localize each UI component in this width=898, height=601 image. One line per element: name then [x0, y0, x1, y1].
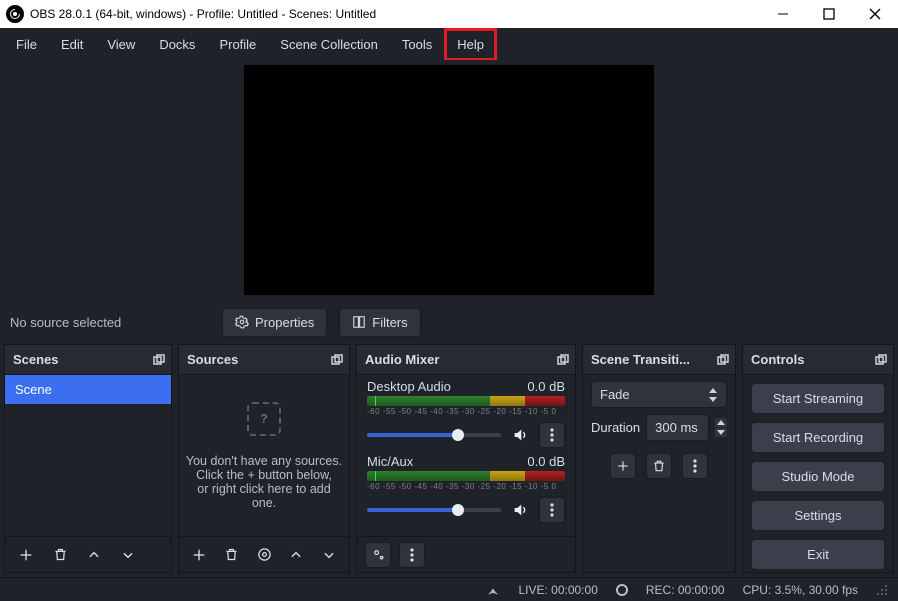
window-title: OBS 28.0.1 (64-bit, windows) - Profile: … — [30, 7, 376, 21]
duration-spinner[interactable] — [715, 418, 727, 437]
source-toolbar: No source selected Properties Filters — [0, 300, 898, 344]
sources-empty[interactable]: ? You don't have any sources. Click the … — [179, 375, 349, 536]
transitions-dock: Scene Transiti... Fade Duration 300 ms — [582, 344, 736, 573]
status-live: LIVE: 00:00:00 — [518, 583, 597, 597]
popout-icon[interactable] — [717, 354, 727, 366]
scene-add-button[interactable] — [13, 542, 39, 568]
updown-icon — [708, 388, 718, 402]
scene-down-button[interactable] — [115, 542, 141, 568]
transition-add-button[interactable] — [610, 453, 636, 479]
duration-input[interactable]: 300 ms — [646, 414, 709, 441]
filters-button[interactable]: Filters — [339, 308, 420, 337]
menu-edit[interactable]: Edit — [49, 29, 95, 60]
resize-grip-icon[interactable] — [876, 584, 888, 596]
chevron-up-icon[interactable] — [715, 418, 727, 427]
sources-empty-3: or right click here to add one. — [185, 482, 343, 510]
sources-empty-2: Click the + button below, — [196, 468, 332, 482]
channel-menu-button[interactable] — [539, 422, 565, 448]
mixer-title: Audio Mixer — [365, 352, 439, 367]
popout-icon[interactable] — [875, 354, 885, 366]
controls-title: Controls — [751, 352, 804, 367]
filters-icon — [352, 315, 366, 329]
vu-meter — [367, 471, 565, 481]
scenes-dock: Scenes Scene — [4, 344, 172, 573]
scene-remove-button[interactable] — [47, 542, 73, 568]
meter-ticks: -60 -55 -50 -45 -40 -35 -30 -25 -20 -15 … — [367, 482, 565, 491]
source-properties-button[interactable] — [252, 542, 276, 568]
menu-scene-collection[interactable]: Scene Collection — [268, 29, 390, 60]
popout-icon[interactable] — [153, 354, 163, 366]
transitions-title: Scene Transiti... — [591, 352, 690, 367]
audio-channel: Mic/Aux 0.0 dB -60 -55 -50 -45 -40 -35 -3… — [357, 450, 575, 525]
sources-empty-1: You don't have any sources. — [186, 454, 342, 468]
vu-meter — [367, 396, 565, 406]
controls-dock: Controls Start Streaming Start Recording… — [742, 344, 894, 573]
studio-mode-button[interactable]: Studio Mode — [751, 461, 885, 492]
channel-name: Mic/Aux — [367, 454, 413, 469]
exit-button[interactable]: Exit — [751, 539, 885, 570]
sources-title: Sources — [187, 352, 238, 367]
source-down-button[interactable] — [317, 542, 341, 568]
menu-tools[interactable]: Tools — [390, 29, 444, 60]
start-streaming-button[interactable]: Start Streaming — [751, 383, 885, 414]
popout-icon[interactable] — [331, 354, 341, 366]
source-add-button[interactable] — [187, 542, 211, 568]
start-recording-button[interactable]: Start Recording — [751, 422, 885, 453]
record-icon — [616, 584, 628, 596]
sources-dock: Sources ? You don't have any sources. Cl… — [178, 344, 350, 573]
transition-value: Fade — [600, 387, 630, 402]
mixer-menu-button[interactable] — [399, 542, 425, 568]
statusbar: LIVE: 00:00:00 REC: 00:00:00 CPU: 3.5%, … — [0, 577, 898, 601]
minimize-button[interactable] — [760, 0, 806, 28]
chevron-down-icon[interactable] — [715, 428, 727, 437]
channel-menu-button[interactable] — [539, 497, 565, 523]
channel-db: 0.0 dB — [527, 454, 565, 469]
scene-item[interactable]: Scene — [5, 375, 171, 404]
popout-icon[interactable] — [557, 354, 567, 366]
meter-ticks: -60 -55 -50 -45 -40 -35 -30 -25 -20 -15 … — [367, 407, 565, 416]
question-icon: ? — [247, 402, 281, 436]
docks-row: Scenes Scene Sources ? You don't have — [0, 344, 898, 577]
source-remove-button[interactable] — [219, 542, 243, 568]
settings-button[interactable]: Settings — [751, 500, 885, 531]
menu-view[interactable]: View — [95, 29, 147, 60]
source-up-button[interactable] — [284, 542, 308, 568]
transition-select[interactable]: Fade — [591, 381, 727, 408]
app-icon — [6, 5, 24, 23]
close-button[interactable] — [852, 0, 898, 28]
speaker-icon[interactable] — [507, 497, 533, 523]
gear-icon — [235, 315, 249, 329]
scene-up-button[interactable] — [81, 542, 107, 568]
app-window: { "title": "OBS 28.0.1 (64-bit, windows)… — [0, 0, 898, 601]
menu-file[interactable]: File — [4, 29, 49, 60]
transition-remove-button[interactable] — [646, 453, 672, 479]
preview-area — [0, 60, 898, 300]
duration-label: Duration — [591, 420, 640, 435]
volume-slider[interactable] — [367, 508, 501, 512]
duration-value: 300 ms — [655, 420, 698, 435]
menu-profile[interactable]: Profile — [207, 29, 268, 60]
scenes-title: Scenes — [13, 352, 59, 367]
mixer-dock: Audio Mixer Desktop Audio 0.0 dB -60 -55 … — [356, 344, 576, 573]
properties-label: Properties — [255, 315, 314, 330]
volume-slider[interactable] — [367, 433, 501, 437]
status-cpu: CPU: 3.5%, 30.00 fps — [743, 583, 858, 597]
properties-button[interactable]: Properties — [222, 308, 327, 337]
titlebar: OBS 28.0.1 (64-bit, windows) - Profile: … — [0, 0, 898, 28]
menu-help[interactable]: Help — [444, 28, 497, 61]
preview-canvas[interactable] — [244, 65, 654, 295]
menu-docks[interactable]: Docks — [147, 29, 207, 60]
status-rec: REC: 00:00:00 — [646, 583, 725, 597]
broadcast-icon — [486, 583, 500, 597]
speaker-icon[interactable] — [507, 422, 533, 448]
channel-db: 0.0 dB — [527, 379, 565, 394]
mixer-advanced-button[interactable] — [365, 542, 391, 568]
no-source-label: No source selected — [10, 315, 210, 330]
transition-menu-button[interactable] — [682, 453, 708, 479]
audio-channel: Desktop Audio 0.0 dB -60 -55 -50 -45 -40 … — [357, 375, 575, 450]
menubar: File Edit View Docks Profile Scene Colle… — [0, 28, 898, 60]
channel-name: Desktop Audio — [367, 379, 451, 394]
maximize-button[interactable] — [806, 0, 852, 28]
filters-label: Filters — [372, 315, 407, 330]
